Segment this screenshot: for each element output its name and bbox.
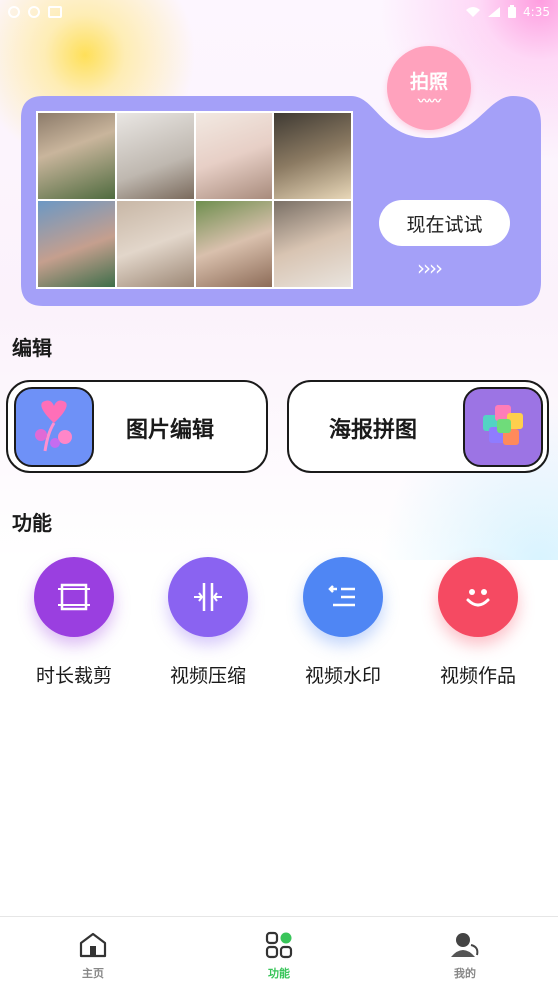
image-edit-label: 图片编辑 bbox=[126, 418, 215, 443]
collage-photo bbox=[274, 201, 351, 287]
crop-icon bbox=[34, 557, 114, 637]
collage-photo bbox=[195, 201, 273, 287]
compress-icon bbox=[168, 557, 248, 637]
settings-status-icon bbox=[8, 6, 20, 18]
photo-collage bbox=[36, 111, 353, 289]
nav-profile-label: 我的 bbox=[454, 967, 476, 980]
grid-icon bbox=[265, 931, 293, 959]
try-now-button[interactable]: 现在试试 bbox=[379, 200, 510, 246]
function-section-title: 功能 bbox=[12, 511, 52, 535]
collage-photo bbox=[38, 113, 115, 199]
user-icon bbox=[451, 933, 479, 957]
message-status-icon bbox=[48, 6, 62, 18]
status-time: 4:35 bbox=[523, 5, 550, 19]
take-photo-badge[interactable]: 拍照 〰〰 bbox=[387, 46, 471, 130]
home-icon bbox=[79, 932, 107, 958]
video-watermark-button[interactable]: 视频水印 bbox=[283, 557, 403, 688]
video-compress-button[interactable]: 视频压缩 bbox=[148, 557, 268, 688]
status-bar: 4:35 bbox=[0, 0, 558, 24]
nav-item-home[interactable]: 主页 bbox=[0, 917, 186, 992]
collage-photo bbox=[116, 113, 194, 199]
bottom-nav: 主页 功能 我的 bbox=[0, 916, 558, 992]
collage-photo bbox=[38, 201, 115, 287]
video-compress-label: 视频压缩 bbox=[169, 665, 246, 687]
status-icons-left bbox=[8, 6, 62, 18]
collage-photo bbox=[274, 113, 351, 199]
nav-functions-label: 功能 bbox=[268, 967, 290, 980]
color-cubes-icon bbox=[463, 387, 543, 467]
duration-crop-label: 时长裁剪 bbox=[35, 665, 112, 687]
battery-icon bbox=[508, 5, 517, 18]
video-works-label: 视频作品 bbox=[439, 665, 516, 687]
duration-crop-button[interactable]: 时长裁剪 bbox=[14, 557, 134, 688]
nav-item-functions[interactable]: 功能 bbox=[186, 917, 372, 992]
take-photo-label: 拍照 bbox=[409, 71, 448, 93]
heart-balloon-icon bbox=[14, 387, 94, 467]
nav-home-label: 主页 bbox=[82, 967, 104, 980]
collage-photo bbox=[195, 113, 273, 199]
wave-decoration: 〰〰 bbox=[417, 94, 441, 108]
watermark-icon bbox=[303, 557, 383, 637]
edit-section-title: 编辑 bbox=[12, 336, 52, 360]
smile-icon bbox=[438, 557, 518, 637]
photo-banner[interactable]: 拍照 〰〰 现在试试 ›››› bbox=[21, 46, 541, 306]
video-works-button[interactable]: 视频作品 bbox=[418, 557, 538, 688]
wifi-icon bbox=[466, 7, 481, 17]
poster-collage-label: 海报拼图 bbox=[329, 418, 418, 443]
image-edit-card[interactable]: 图片编辑 bbox=[6, 380, 268, 473]
arrows-icon: ›››› bbox=[417, 256, 443, 280]
video-watermark-label: 视频水印 bbox=[304, 665, 381, 687]
nav-item-profile[interactable]: 我的 bbox=[372, 917, 558, 992]
signal-icon bbox=[488, 7, 501, 17]
collage-photo bbox=[116, 201, 194, 287]
poster-collage-card[interactable]: 海报拼图 bbox=[287, 380, 549, 473]
sync-status-icon bbox=[28, 6, 40, 18]
status-icons-right: 4:35 bbox=[465, 5, 550, 19]
